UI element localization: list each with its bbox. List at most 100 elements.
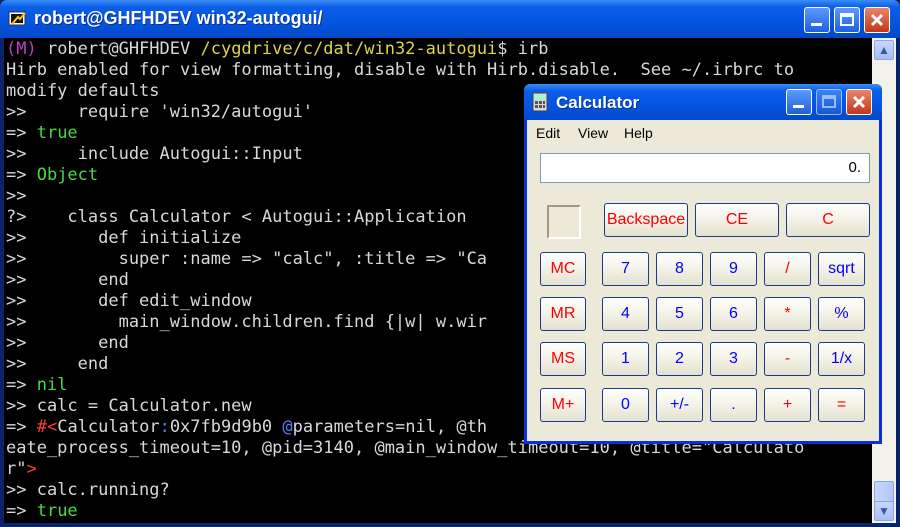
terminal-text: /cygdrive/c/dat/win32-autogui: [200, 39, 498, 59]
terminal-text: #<: [36, 417, 58, 437]
terminal-text: >>: [6, 186, 27, 206]
terminal-line: >> calc = Calculator.new: [6, 396, 252, 417]
memory-indicator: [547, 205, 581, 239]
minimize-button[interactable]: [804, 7, 830, 33]
terminal-text: ?> class Calculator < Autogui::Applicati…: [6, 207, 467, 227]
terminal-text: >> def initialize: [6, 228, 242, 248]
close-icon: [870, 13, 884, 27]
terminal-text: >> def edit_window: [6, 291, 252, 311]
key-divide-button[interactable]: /: [764, 252, 811, 286]
key-2-button[interactable]: 2: [656, 342, 703, 376]
terminal-text: (M): [6, 39, 47, 59]
terminal-text: >> end: [6, 354, 109, 374]
terminal-line: >> require 'win32/autogui': [6, 102, 313, 123]
terminal-line: r">: [6, 459, 37, 480]
terminal-line: >> def initialize: [6, 228, 241, 249]
terminal-line: >> end: [6, 270, 129, 291]
terminal-title: robert@GHFHDEV win32-autogui/: [34, 8, 323, 28]
key-sqrt-button[interactable]: sqrt: [818, 252, 865, 286]
menu-edit[interactable]: Edit: [536, 125, 560, 141]
terminal-text: r": [6, 459, 27, 479]
close-button[interactable]: [864, 7, 890, 33]
minimize-icon: [811, 23, 822, 26]
scroll-up-button[interactable]: ▲: [874, 40, 894, 60]
terminal-line: >> end: [6, 333, 129, 354]
terminal-line: >> end: [6, 354, 108, 375]
menu-view[interactable]: View: [578, 125, 608, 141]
terminal-text: parameters=nil, @th: [292, 417, 488, 437]
maximize-button[interactable]: [834, 7, 860, 33]
scroll-down-button[interactable]: ▼: [874, 501, 894, 521]
key-plus-button[interactable]: +: [764, 388, 811, 422]
terminal-line: >> calc.running?: [6, 480, 170, 501]
terminal-line: >> main_window.children.find {|w| w.wir: [6, 312, 487, 333]
terminal-text: Object: [36, 165, 99, 185]
terminal-text: >: [26, 459, 37, 479]
terminal-app-icon: [8, 11, 26, 26]
terminal-text: =>: [6, 417, 37, 437]
terminal-titlebar[interactable]: robert@GHFHDEV win32-autogui/: [0, 0, 900, 38]
key-minus-button[interactable]: -: [764, 342, 811, 376]
key-c-button[interactable]: C: [786, 203, 870, 237]
calc-minimize-button[interactable]: [786, 89, 812, 115]
terminal-line: => #<Calculator:0x7fb9d9b0 @parameters=n…: [6, 417, 487, 438]
key-ms-button[interactable]: MS: [540, 342, 586, 376]
calculator-titlebar[interactable]: Calculator: [524, 84, 882, 120]
terminal-line: ?> class Calculator < Autogui::Applicati…: [6, 207, 467, 228]
minimize-icon: [793, 105, 804, 108]
menu-help[interactable]: Help: [624, 125, 653, 141]
maximize-icon: [840, 13, 854, 26]
terminal-text: >> calc.running?: [6, 480, 170, 500]
calc-close-button[interactable]: [846, 89, 872, 115]
key-decimal-button[interactable]: .: [710, 388, 757, 422]
key-5-button[interactable]: 5: [656, 297, 703, 331]
key-8-button[interactable]: 8: [656, 252, 703, 286]
terminal-text: =>: [6, 501, 37, 521]
key-negate-button[interactable]: +/-: [656, 388, 703, 422]
calculator-window: Calculator Edit View Help 0. Backspace CE…: [524, 84, 882, 444]
terminal-line: >> super :name => "calc", :title => "Ca: [6, 249, 487, 270]
maximize-icon: [822, 95, 836, 108]
terminal-text: >> main_window.children.find {|w| w.wir: [6, 312, 488, 332]
calculator-title: Calculator: [556, 93, 640, 112]
terminal-line: >> include Autogui::Input: [6, 144, 303, 165]
key-3-button[interactable]: 3: [710, 342, 757, 376]
key-backspace-button[interactable]: Backspace: [604, 203, 688, 237]
key-equals-button[interactable]: =: [818, 388, 865, 422]
terminal-line: (M) robert@GHFHDEV /cygdrive/c/dat/win32…: [6, 39, 548, 60]
key-multiply-button[interactable]: *: [764, 297, 811, 331]
terminal-text: robert@GHFHDEV: [46, 39, 201, 59]
key-ce-button[interactable]: CE: [695, 203, 779, 237]
terminal-text: true: [36, 123, 78, 143]
key-6-button[interactable]: 6: [710, 297, 757, 331]
terminal-line: => nil: [6, 375, 67, 396]
scroll-thumb[interactable]: [874, 481, 894, 503]
terminal-text: >> calc = Calculator.new: [6, 396, 252, 416]
terminal-line: modify defaults: [6, 81, 160, 102]
terminal-text: true: [36, 501, 78, 521]
key-mr-button[interactable]: MR: [540, 297, 586, 331]
calculator-app-icon: [532, 92, 548, 112]
calc-maximize-button: [816, 89, 842, 115]
terminal-text: modify defaults: [6, 81, 160, 101]
key-m--button[interactable]: M+: [540, 388, 586, 422]
terminal-line: => true: [6, 123, 78, 144]
terminal-text: =>: [6, 123, 37, 143]
key-mc-button[interactable]: MC: [540, 252, 586, 286]
terminal-text: >> end: [6, 333, 129, 353]
terminal-text: Hirb enabled for view formatting, disabl…: [6, 60, 795, 80]
key-7-button[interactable]: 7: [602, 252, 649, 286]
terminal-line: => Object: [6, 165, 98, 186]
calculator-display: 0.: [540, 153, 870, 183]
terminal-text: Calculator: [57, 417, 160, 437]
key-0-button[interactable]: 0: [602, 388, 649, 422]
key-4-button[interactable]: 4: [602, 297, 649, 331]
key-1-button[interactable]: 1: [602, 342, 649, 376]
key-reciprocal-button[interactable]: 1/x: [818, 342, 865, 376]
terminal-text: >> end: [6, 270, 129, 290]
terminal-text: >> require 'win32/autogui': [6, 102, 314, 122]
key-9-button[interactable]: 9: [710, 252, 757, 286]
key-percent-button[interactable]: %: [818, 297, 865, 331]
terminal-line: Hirb enabled for view formatting, disabl…: [6, 60, 794, 81]
close-icon: [852, 95, 866, 109]
